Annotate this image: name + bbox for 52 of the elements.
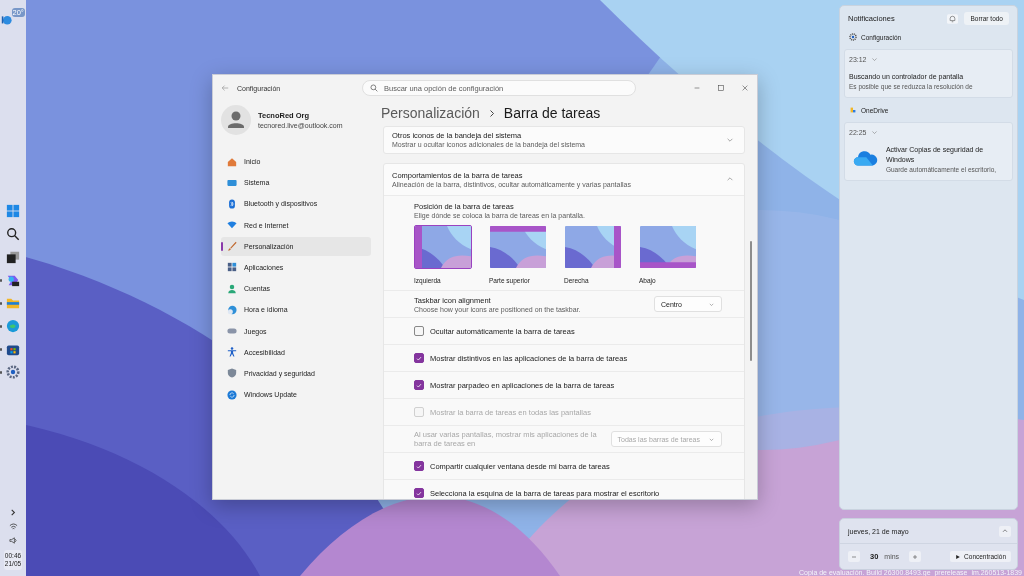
settings-icon[interactable] — [6, 365, 20, 379]
globe-icon — [227, 304, 237, 315]
checkbox[interactable] — [414, 488, 424, 498]
avatar-icon — [221, 105, 251, 135]
page-title: Barra de tareas — [503, 105, 601, 121]
close-icon[interactable] — [741, 84, 749, 92]
weather-icon — [0, 14, 12, 25]
checkbox[interactable] — [414, 326, 424, 336]
search-icon — [370, 84, 378, 92]
chevron-down-icon — [870, 55, 878, 63]
plus-icon — [911, 552, 920, 561]
chevron-up-icon — [1001, 527, 1009, 535]
chevron-icon[interactable] — [8, 508, 18, 517]
folder-icon[interactable] — [6, 296, 20, 310]
checkbox[interactable] — [414, 461, 424, 471]
breadcrumb-parent[interactable]: Personalización — [381, 105, 480, 121]
person-icon — [227, 283, 237, 294]
brush-icon — [227, 241, 237, 252]
increase-button[interactable] — [909, 551, 922, 562]
taskbar-position-preview[interactable] — [414, 225, 472, 269]
accessibility-icon — [227, 347, 237, 358]
scrollbar-thumb[interactable] — [750, 241, 752, 361]
cloud-icon — [853, 149, 878, 167]
wifi-icon — [227, 220, 237, 231]
search-icon[interactable] — [6, 227, 20, 241]
update-icon — [227, 389, 237, 400]
gear-icon — [849, 33, 857, 41]
play-icon — [955, 553, 962, 560]
chevron-down-icon — [870, 128, 878, 136]
checkbox[interactable] — [414, 380, 424, 390]
copilot-icon[interactable] — [6, 273, 20, 287]
chevron-up-icon — [726, 175, 734, 183]
taskbar-position-preview[interactable] — [489, 225, 547, 269]
apps-icon — [227, 262, 237, 273]
wifi-icon[interactable] — [8, 522, 18, 531]
gamepad-icon — [227, 326, 237, 336]
task-view-icon[interactable] — [6, 250, 20, 264]
volume-icon[interactable] — [8, 536, 18, 545]
taskbar-position-preview[interactable] — [564, 225, 622, 269]
start-icon[interactable] — [6, 204, 20, 218]
house-icon — [227, 156, 237, 167]
maximize-icon[interactable] — [717, 84, 725, 92]
shield-icon — [227, 368, 237, 379]
bell-icon[interactable] — [947, 13, 959, 24]
expand-button[interactable] — [999, 525, 1011, 537]
chevron-icon — [488, 108, 495, 118]
app-icon — [849, 106, 857, 114]
taskbar-position-preview[interactable] — [639, 225, 697, 269]
monitor-icon — [227, 177, 237, 188]
checkbox[interactable] — [414, 353, 424, 363]
bluetooth-icon — [227, 198, 237, 209]
browser-icon[interactable] — [6, 319, 20, 333]
